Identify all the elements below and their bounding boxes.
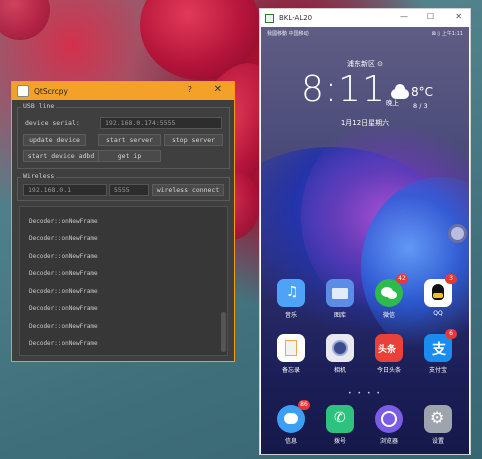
- app-qq[interactable]: 3 QQ: [418, 274, 458, 317]
- log-line: Decoder::onNewFrame: [29, 253, 98, 260]
- phone-window-title: BKL-AL20: [279, 14, 313, 22]
- phone-mirror-window: BKL-AL20 — ☐ ✕ 我國移動 中国移动 ⊠ ▯ 上午1:11 浦东新区…: [259, 8, 471, 455]
- app-label: 备忘录: [281, 367, 300, 374]
- app-toutiao[interactable]: 头条 今日头条: [369, 334, 409, 374]
- app-label: 设置: [431, 438, 444, 445]
- wallpaper-flower-petal: [0, 0, 50, 40]
- date-label: 1月12日星期六: [340, 119, 390, 127]
- qtscrcpy-window: QtScrcpy ? ✕ USB line device serial: 192…: [11, 81, 235, 362]
- phone-title-bar: BKL-AL20 — ☐ ✕: [260, 9, 470, 27]
- app-label: QQ: [433, 310, 443, 317]
- wireless-group-label: Wireless: [21, 172, 57, 180]
- app-browser[interactable]: 浏览器: [369, 405, 409, 445]
- floating-assistant-button[interactable]: [448, 224, 467, 243]
- usb-group-label: USB line: [21, 102, 57, 110]
- help-button[interactable]: ?: [188, 85, 192, 94]
- app-label: 图库: [333, 312, 346, 319]
- log-line: Decoder::onNewFrame: [29, 323, 98, 330]
- browser-icon: [375, 405, 403, 433]
- carrier-text: 我國移動 中国移动: [267, 31, 309, 37]
- music-icon: ♫: [277, 279, 305, 307]
- app-label: 今日头条: [376, 367, 401, 374]
- app-gallery[interactable]: 图库: [320, 279, 360, 319]
- notification-badge: 42: [396, 274, 408, 284]
- app-label: 微信: [382, 312, 395, 319]
- app-label: 拨号: [333, 438, 346, 445]
- messages-icon: 86: [277, 400, 310, 433]
- notification-badge: 3: [445, 274, 457, 284]
- phone-screen[interactable]: 我國移動 中国移动 ⊠ ▯ 上午1:11 浦东新区 ⊙ 8:11 晚上 8°C …: [261, 27, 469, 454]
- stop-server-button[interactable]: stop server: [164, 134, 223, 146]
- notes-icon: [277, 334, 305, 362]
- notification-badge: 86: [298, 400, 310, 410]
- log-line: Decoder::onNewFrame: [29, 235, 98, 242]
- serial-label: device serial:: [25, 119, 80, 127]
- settings-icon: ⚙: [424, 405, 452, 433]
- gallery-icon: [326, 279, 354, 307]
- app-label: 支付宝: [428, 367, 447, 374]
- cloud-icon: [391, 84, 409, 99]
- app-music[interactable]: ♫ 音乐: [271, 279, 311, 319]
- app-wechat[interactable]: 42 微信: [369, 274, 409, 319]
- qq-icon: 3: [424, 274, 457, 307]
- status-right: ⊠ ▯ 上午1:11: [431, 31, 463, 37]
- start-adbd-button[interactable]: start device adbd: [23, 150, 99, 162]
- temperature-range: 8 / 3: [413, 102, 428, 110]
- close-button[interactable]: ✕: [214, 84, 222, 95]
- app-settings[interactable]: ⚙ 设置: [418, 405, 458, 445]
- serial-field[interactable]: 192.168.0.174:5555: [100, 117, 222, 129]
- title-bar: QtScrcpy ? ✕: [12, 82, 234, 100]
- wechat-icon: 42: [375, 274, 408, 307]
- app-phone[interactable]: ✆ 拨号: [320, 405, 360, 445]
- wireless-connect-button[interactable]: wireless connect: [152, 184, 224, 196]
- window-icon: [265, 13, 274, 23]
- log-line: Decoder::onNewFrame: [29, 218, 98, 225]
- status-bar: 我國移動 中国移动 ⊠ ▯ 上午1:11: [261, 30, 469, 42]
- app-icon: [17, 85, 29, 97]
- log-line: Decoder::onNewFrame: [29, 305, 98, 312]
- notification-badge: 6: [445, 329, 457, 339]
- ip-field[interactable]: 192.168.0.1: [23, 184, 107, 196]
- app-messages[interactable]: 86 信息: [271, 400, 311, 445]
- clock[interactable]: 8:11: [301, 69, 386, 110]
- temperature[interactable]: 8°C: [411, 85, 433, 99]
- app-alipay[interactable]: 支 6 支付宝: [418, 329, 458, 374]
- app-label: 浏览器: [379, 438, 398, 445]
- alipay-icon: 支 6: [424, 329, 457, 362]
- toutiao-icon: 头条: [375, 334, 403, 362]
- phone-icon: ✆: [326, 405, 354, 433]
- log-output[interactable]: Decoder::onNewFrame Decoder::onNewFrame …: [19, 206, 228, 356]
- page-indicator: • • • •: [348, 390, 382, 397]
- window-title: QtScrcpy: [34, 86, 68, 96]
- get-ip-button[interactable]: get ip: [98, 150, 161, 162]
- app-label: 音乐: [284, 312, 297, 319]
- app-camera[interactable]: 相机: [320, 334, 360, 374]
- app-notes[interactable]: 备忘录: [271, 334, 311, 374]
- close-button[interactable]: ✕: [455, 12, 462, 21]
- log-scrollbar[interactable]: [221, 312, 226, 352]
- log-line: Decoder::onNewFrame: [29, 288, 98, 295]
- camera-icon: [326, 334, 354, 362]
- start-server-button[interactable]: start server: [98, 134, 161, 146]
- app-label: 信息: [284, 438, 297, 445]
- location-label: 浦东新区 ⊙: [346, 60, 384, 68]
- log-line: Decoder::onNewFrame: [29, 340, 98, 347]
- maximize-button[interactable]: ☐: [427, 12, 434, 21]
- app-label: 相机: [333, 367, 346, 374]
- log-line: Decoder::onNewFrame: [29, 270, 98, 277]
- minimize-button[interactable]: —: [400, 12, 408, 21]
- update-device-button[interactable]: update device: [23, 134, 86, 146]
- port-field[interactable]: 5555: [109, 184, 149, 196]
